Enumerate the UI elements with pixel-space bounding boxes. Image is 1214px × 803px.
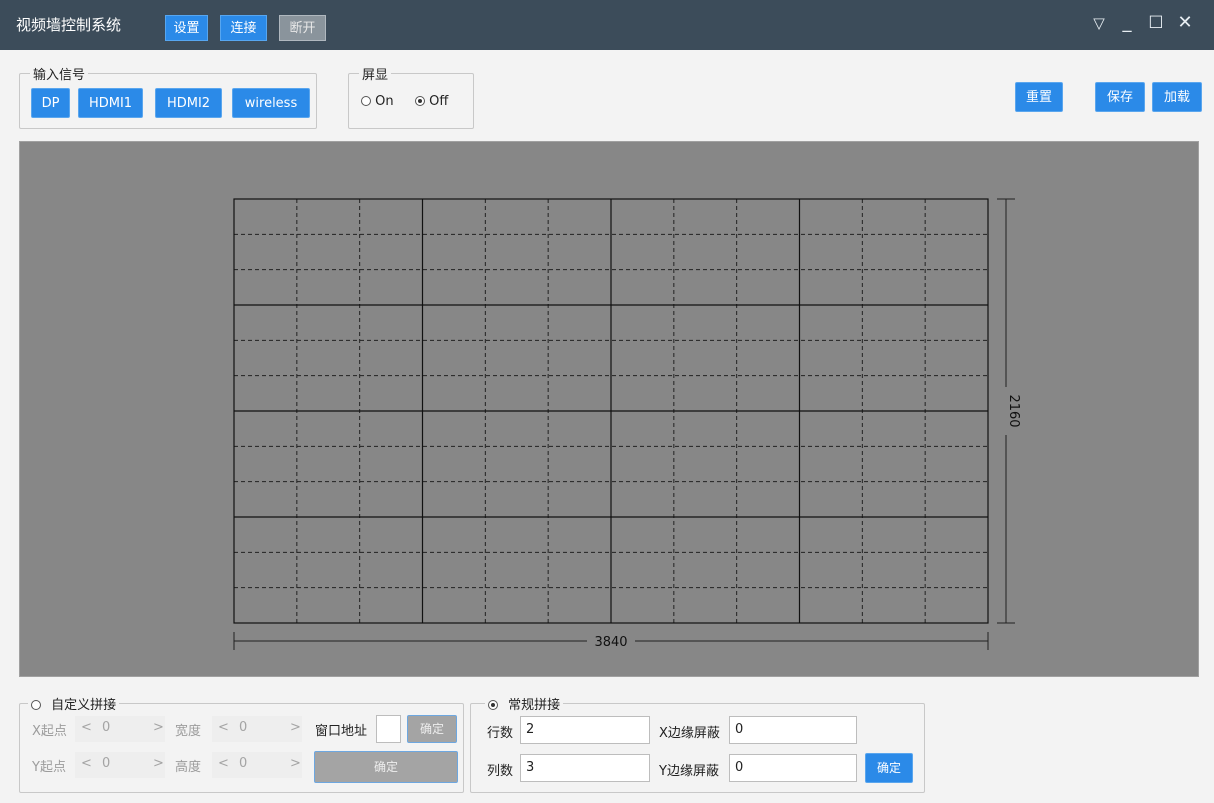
radio-on-circle[interactable] <box>361 96 371 106</box>
input-signal-title: 输入信号 <box>30 64 89 83</box>
window-addr-label: 窗口地址 <box>315 724 368 739</box>
height-value[interactable]: 0 <box>239 756 247 771</box>
radio-on-label: On <box>375 94 394 109</box>
window-addr-input[interactable] <box>376 715 401 743</box>
height-label: 高度 <box>175 760 202 775</box>
load-button[interactable]: 加载 <box>1152 82 1202 112</box>
x-mask-label: X边缘屏蔽 <box>659 726 720 741</box>
y-mask-input[interactable]: 0 <box>729 754 857 782</box>
width-label: 宽度 <box>175 724 202 739</box>
x-start-value[interactable]: 0 <box>102 720 110 735</box>
width-dimension-label: 3840 <box>594 635 627 650</box>
normal-splice-radio[interactable] <box>488 700 498 710</box>
input-signal-group: 输入信号 DP HDMI1 HDMI2 wireless <box>19 64 317 129</box>
y-start-label: Y起点 <box>32 760 66 775</box>
width-spinner[interactable]: < 0 > <box>212 716 302 742</box>
app-title: 视频墙控制系统 <box>16 16 122 34</box>
screen-display-group: 屏显 On Off <box>348 64 474 129</box>
x-start-spinner[interactable]: < 0 > <box>75 716 165 742</box>
minimize-icon[interactable]: _ <box>1116 12 1138 33</box>
maximize-icon[interactable]: ☐ <box>1145 13 1167 33</box>
radio-on[interactable]: On <box>361 94 394 109</box>
chevron-left-icon[interactable]: < <box>218 756 229 771</box>
dp-button[interactable]: DP <box>31 88 70 118</box>
height-spinner[interactable]: < 0 > <box>212 752 302 778</box>
custom-splice-radio[interactable] <box>31 700 41 710</box>
y-mask-label: Y边缘屏蔽 <box>659 764 719 779</box>
chevron-left-icon[interactable]: < <box>218 720 229 735</box>
x-mask-input[interactable]: 0 <box>729 716 857 744</box>
rows-label: 行数 <box>487 726 514 741</box>
chevron-right-icon[interactable]: > <box>153 756 164 771</box>
chevron-right-icon[interactable]: > <box>290 720 301 735</box>
cols-label: 列数 <box>487 764 514 779</box>
wireless-button[interactable]: wireless <box>232 88 310 118</box>
video-wall-canvas[interactable]: 3840 2160 <box>19 141 1199 677</box>
chevron-left-icon[interactable]: < <box>81 720 92 735</box>
height-dimension-label: 2160 <box>1006 394 1021 427</box>
custom-splice-title[interactable]: 自定义拼接 <box>28 694 120 713</box>
radio-off[interactable]: Off <box>415 94 448 109</box>
hdmi2-button[interactable]: HDMI2 <box>155 88 222 118</box>
screen-display-title: 屏显 <box>359 64 392 83</box>
chevron-left-icon[interactable]: < <box>81 756 92 771</box>
filter-icon[interactable]: ▽ <box>1088 14 1110 32</box>
chevron-right-icon[interactable]: > <box>290 756 301 771</box>
y-start-spinner[interactable]: < 0 > <box>75 752 165 778</box>
normal-splice-confirm-button[interactable]: 确定 <box>865 753 913 783</box>
normal-splice-group: 常规拼接 行数 2 X边缘屏蔽 0 列数 3 Y边缘屏蔽 0 确定 <box>470 694 925 793</box>
window-addr-confirm-button[interactable]: 确定 <box>407 715 457 743</box>
radio-off-label: Off <box>429 94 449 109</box>
custom-splice-label: 自定义拼接 <box>51 698 117 713</box>
x-start-label: X起点 <box>32 724 67 739</box>
width-value[interactable]: 0 <box>239 720 247 735</box>
custom-splice-confirm-button[interactable]: 确定 <box>314 751 458 783</box>
cols-input[interactable]: 3 <box>520 754 650 782</box>
connect-button[interactable]: 连接 <box>220 15 267 41</box>
title-bar: 视频墙控制系统 设置 连接 断开 ▽ _ ☐ ✕ <box>0 0 1214 50</box>
hdmi1-button[interactable]: HDMI1 <box>78 88 143 118</box>
y-start-value[interactable]: 0 <box>102 756 110 771</box>
save-button[interactable]: 保存 <box>1095 82 1145 112</box>
rows-input[interactable]: 2 <box>520 716 650 744</box>
chevron-right-icon[interactable]: > <box>153 720 164 735</box>
reset-button[interactable]: 重置 <box>1015 82 1063 112</box>
close-icon[interactable]: ✕ <box>1174 12 1196 33</box>
normal-splice-title[interactable]: 常规拼接 <box>485 694 564 713</box>
video-wall-grid[interactable]: 3840 2160 <box>20 142 1198 676</box>
disconnect-button[interactable]: 断开 <box>279 15 326 41</box>
settings-button[interactable]: 设置 <box>165 15 208 41</box>
custom-splice-group: 自定义拼接 X起点 < 0 > 宽度 < 0 > 窗口地址 确定 Y起点 < 0… <box>19 694 464 793</box>
radio-off-circle[interactable] <box>415 96 425 106</box>
normal-splice-label: 常规拼接 <box>508 698 561 713</box>
